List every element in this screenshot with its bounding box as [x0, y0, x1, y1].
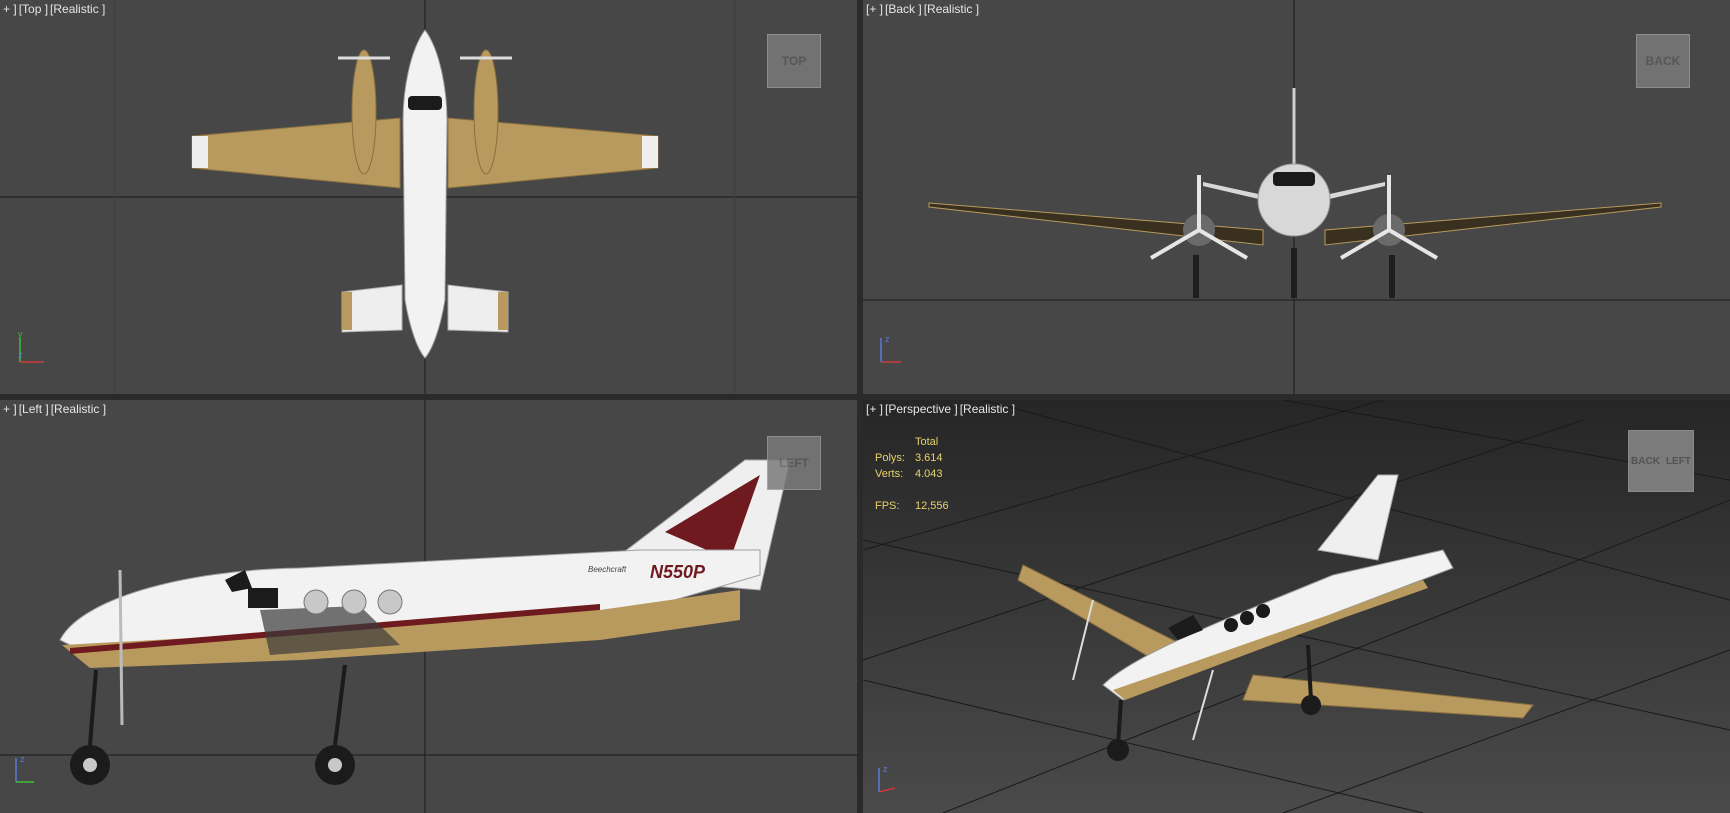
viewport-label-perspective[interactable]: [+ ] [Perspective ] [Realistic ]: [866, 402, 1017, 416]
viewport-shading-menu[interactable]: [Realistic ]: [924, 2, 979, 16]
viewport-view-menu[interactable]: [Back ]: [885, 2, 922, 16]
viewport-label-back[interactable]: [+ ] [Back ] [Realistic ]: [866, 2, 981, 16]
stats-fps-label: FPS:: [875, 500, 900, 512]
viewport-top[interactable]: + ] [Top ] [Realistic ] TOP y z: [0, 0, 857, 394]
axis-gizmo-icon: z: [878, 764, 896, 793]
axis-label-z: z: [883, 764, 888, 774]
axis-label-z: z: [20, 754, 25, 764]
viewport-shading-menu[interactable]: [Realistic ]: [51, 402, 106, 416]
aircraft-back: [928, 88, 1662, 298]
viewport-shading-menu[interactable]: [Realistic ]: [960, 402, 1015, 416]
viewcube-perspective[interactable]: BACK LEFT: [1628, 430, 1694, 492]
viewport-shading-menu[interactable]: [Realistic ]: [50, 2, 105, 16]
stats-verts-value: 4.043: [915, 468, 943, 480]
viewport-label-left[interactable]: + ] [Left ] [Realistic ]: [3, 402, 108, 416]
viewport-view-menu[interactable]: [Perspective ]: [885, 402, 958, 416]
axis-gizmo-icon: y z: [18, 330, 44, 363]
axis-gizmo-icon: z: [880, 334, 901, 363]
viewcube-face-back[interactable]: BACK: [1631, 456, 1660, 467]
stats-verts-label: Verts:: [875, 468, 904, 480]
viewport-menu-plus[interactable]: + ]: [3, 402, 17, 416]
viewport-left[interactable]: N550P Beechcraft + ] [Left ] [Realistic ] …: [0, 400, 857, 813]
viewcube-top[interactable]: TOP: [767, 34, 821, 88]
viewport-view-menu[interactable]: [Top ]: [19, 2, 48, 16]
viewcube-left[interactable]: LEFT: [767, 436, 821, 490]
axis-label-y: y: [18, 330, 23, 339]
viewport-menu-plus[interactable]: [+ ]: [866, 2, 883, 16]
back-view-scene: [863, 0, 1730, 394]
perspective-view-scene: [863, 400, 1730, 813]
viewport-grid: + ] [Top ] [Realistic ] TOP y z [+] [Ba…: [0, 0, 1730, 813]
tail-registration-text: N550P: [650, 562, 706, 582]
stats-polys-value: 3.614: [915, 452, 943, 464]
viewport-menu-plus[interactable]: [+ ]: [866, 402, 883, 416]
top-view-scene: [0, 0, 857, 394]
viewport-menu-plus[interactable]: + ]: [3, 2, 17, 16]
axis-label-z: z: [885, 334, 890, 344]
axis-label-z: z: [18, 350, 23, 360]
axis-gizmo-icon: z: [15, 754, 34, 783]
viewport-label-top[interactable]: + ] [Top ] [Realistic ]: [3, 2, 107, 16]
viewport-back[interactable]: [+ ] [Back ] [Realistic ] BACK z: [863, 0, 1730, 394]
stats-fps-value: 12,556: [915, 500, 949, 512]
statistics-overlay: Total Polys: 3.614 Verts: 4.043 FPS: 12,556: [875, 434, 949, 514]
aircraft-top: [191, 29, 659, 359]
viewcube-back[interactable]: BACK: [1636, 34, 1690, 88]
viewcube-face-left[interactable]: LEFT: [1666, 456, 1691, 467]
tail-maker-text: Beechcraft: [588, 565, 627, 574]
viewport-perspective[interactable]: [+ ] [Perspective ] [Realistic ] Total Pol…: [863, 400, 1730, 813]
viewport-view-menu[interactable]: [Left ]: [19, 402, 49, 416]
left-view-scene: N550P Beechcraft: [0, 400, 857, 813]
stats-polys-label: Polys:: [875, 452, 905, 464]
stats-header: Total: [915, 436, 939, 448]
